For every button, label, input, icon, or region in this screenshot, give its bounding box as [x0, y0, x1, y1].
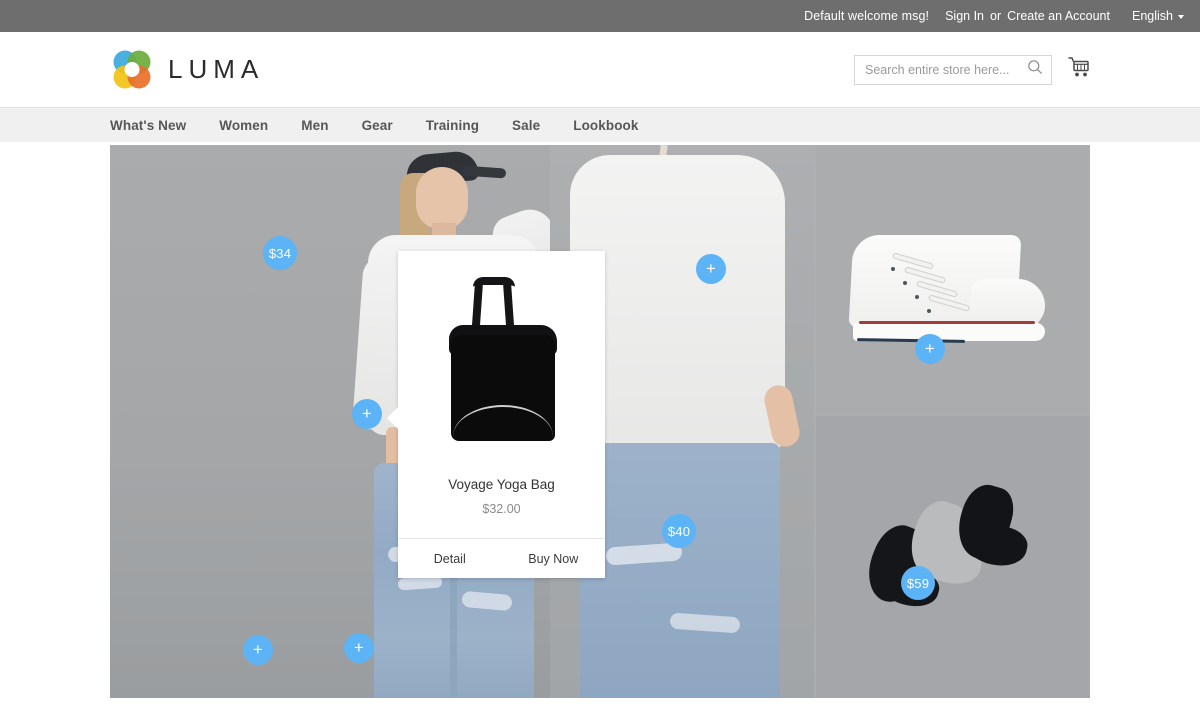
panel-divider-vertical	[814, 145, 816, 698]
plus-icon: +	[924, 338, 936, 358]
hotspot-price-59[interactable]: $59	[901, 566, 935, 600]
nav-item-women[interactable]: Women	[219, 118, 268, 133]
lookbook-stage: $34 + + + + $40 + $59 Voyage Yoga Bag $3…	[110, 145, 1090, 698]
hotspot-plus-jeans[interactable]: +	[352, 399, 382, 429]
hotspot-price-34[interactable]: $34	[263, 236, 297, 270]
sign-in-link[interactable]: Sign In	[945, 9, 984, 23]
search-icon[interactable]	[1027, 59, 1043, 80]
plus-icon: +	[252, 639, 264, 659]
lookbook-panel-bottom-right[interactable]	[815, 415, 1090, 698]
luma-logo-icon	[110, 49, 154, 91]
nav-item-whats-new[interactable]: What's New	[110, 118, 186, 133]
popup-detail-button[interactable]: Detail	[398, 552, 502, 566]
chevron-down-icon	[1178, 15, 1184, 19]
tote-bag-illustration	[443, 277, 561, 447]
model-face	[416, 167, 468, 229]
hotspot-plus-left-shoe[interactable]: +	[243, 635, 273, 665]
nav-item-training[interactable]: Training	[426, 118, 479, 133]
site-header: LUMA	[0, 32, 1200, 107]
lookbook-panel-top-right[interactable]	[815, 145, 1090, 415]
logo-text: LUMA	[168, 54, 265, 84]
welcome-message: Default welcome msg!	[804, 9, 930, 23]
header-actions	[854, 54, 1090, 85]
popup-product-price: $32.00	[482, 502, 521, 516]
sneaker-red-stripe	[859, 321, 1035, 324]
plus-icon: +	[705, 258, 717, 278]
logo[interactable]: LUMA	[110, 49, 264, 91]
nav-item-gear[interactable]: Gear	[362, 118, 393, 133]
language-label: English	[1132, 9, 1173, 23]
cart-icon	[1068, 56, 1090, 83]
plus-icon: +	[353, 637, 365, 657]
plus-icon: +	[361, 403, 373, 423]
nav-item-lookbook[interactable]: Lookbook	[573, 118, 638, 133]
hotspot-plus-right-shoe[interactable]: +	[344, 633, 374, 663]
sneaker-eyelet-3	[915, 295, 919, 299]
top-utility-bar: Default welcome msg! Sign In or Create a…	[0, 0, 1200, 32]
sneaker-eyelet-2	[903, 281, 907, 285]
nav-item-sale[interactable]: Sale	[512, 118, 540, 133]
sneaker-eyelet-4	[927, 309, 931, 313]
popup-pointer-arrow	[387, 407, 398, 429]
sneaker-eyelet-1	[891, 267, 895, 271]
hotspot-plus-back-sweater[interactable]: +	[696, 254, 726, 284]
main-navigation: What's New Women Men Gear Training Sale …	[0, 107, 1200, 142]
search-input[interactable]	[865, 62, 1027, 77]
popup-action-bar: Detail Buy Now	[398, 538, 605, 578]
sneaker-navy-stripe	[856, 338, 966, 343]
popup-product-image	[398, 251, 605, 473]
language-switcher[interactable]: English	[1132, 9, 1184, 23]
sneaker-product-image	[848, 235, 1046, 350]
model-back-jeans	[580, 443, 780, 698]
popup-product-title: Voyage Yoga Bag	[448, 477, 555, 492]
nav-item-men[interactable]: Men	[301, 118, 328, 133]
hotspot-price-40[interactable]: $40	[662, 514, 696, 548]
popup-buy-now-button[interactable]: Buy Now	[502, 552, 606, 566]
or-separator: or	[990, 9, 1002, 23]
cart-button[interactable]	[1068, 56, 1090, 83]
create-account-link[interactable]: Create an Account	[1007, 9, 1110, 23]
hotspot-plus-sneaker[interactable]: +	[915, 334, 945, 364]
panel-divider-horizontal	[815, 414, 1090, 416]
search-box[interactable]	[854, 54, 1052, 85]
product-quickview-popup[interactable]: Voyage Yoga Bag $32.00 Detail Buy Now	[387, 251, 605, 578]
